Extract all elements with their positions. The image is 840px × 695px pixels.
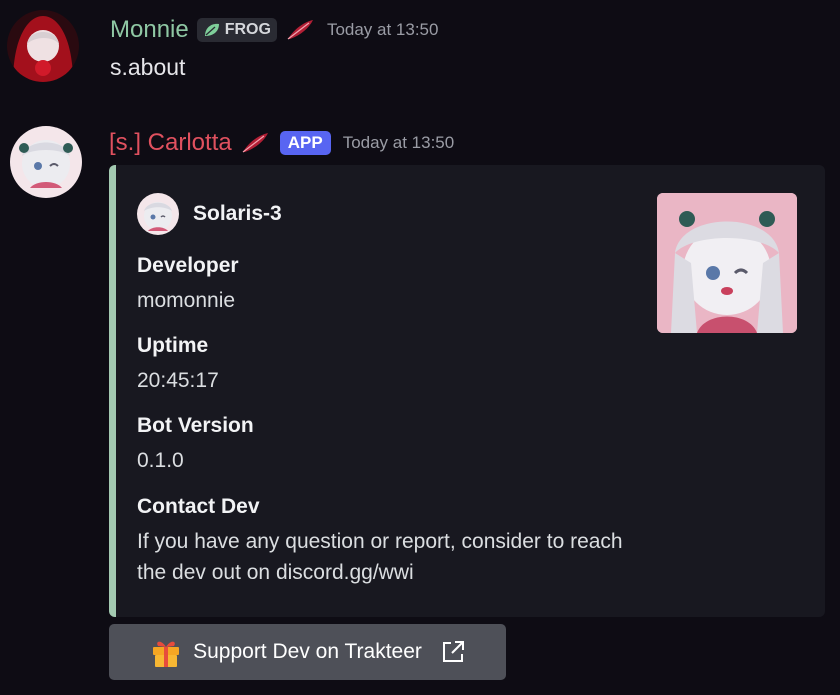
avatar[interactable] <box>10 126 82 198</box>
avatar[interactable] <box>7 10 79 82</box>
guild-tag-label: FROG <box>224 21 271 38</box>
embed-author-avatar <box>137 193 179 235</box>
message-content: s.about <box>110 54 186 80</box>
embed-accent-bar <box>109 165 116 617</box>
timestamp: Today at 13:50 <box>326 20 439 39</box>
username[interactable]: Monnie <box>110 16 189 44</box>
external-link-icon <box>442 641 464 662</box>
embed-author: Solaris-3 <box>137 193 282 235</box>
embed-thumbnail[interactable] <box>657 193 797 333</box>
field-value: 20:45:17 <box>137 369 219 392</box>
embed-field-developer: Developer momonnie <box>137 253 239 316</box>
field-name: Uptime <box>137 334 209 357</box>
feather-icon <box>242 133 268 153</box>
field-value: 0.1.0 <box>137 449 184 472</box>
embed-card: Solaris-3 Developer momonnie Uptime 20:4… <box>109 165 825 617</box>
embed-author-name: Solaris-3 <box>193 202 282 225</box>
app-badge: APP <box>279 131 331 155</box>
embed-field-uptime: Uptime 20:45:17 <box>137 333 219 396</box>
embed-field-bot-version: Bot Version 0.1.0 <box>137 413 254 476</box>
field-name: Bot Version <box>137 414 254 437</box>
username[interactable]: [s.] Carlotta <box>109 129 232 157</box>
support-dev-button-label: Support Dev on Trakteer <box>193 640 422 663</box>
timestamp: Today at 13:50 <box>342 133 455 152</box>
field-name: Developer <box>137 254 239 277</box>
field-value: momonnie <box>137 289 236 312</box>
guild-tag[interactable]: FROG <box>196 18 277 42</box>
support-dev-button[interactable]: Support Dev on Trakteer <box>109 624 506 680</box>
leaf-icon <box>204 23 219 36</box>
feather-icon <box>287 20 313 40</box>
gift-icon <box>153 641 180 667</box>
field-value: If you have any question or report, cons… <box>137 530 623 584</box>
embed-field-contact-dev: Contact Dev If you have any question or … <box>137 494 637 588</box>
field-name: Contact Dev <box>137 495 260 518</box>
